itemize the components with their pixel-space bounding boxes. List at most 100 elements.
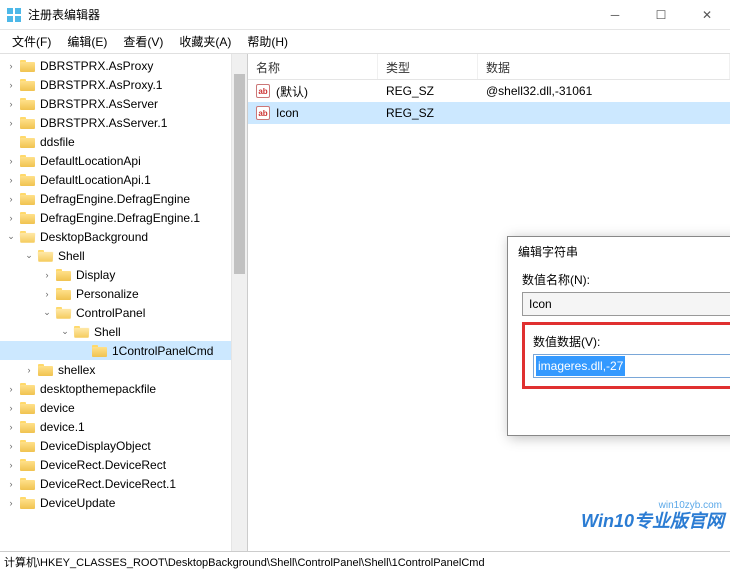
window-title: 注册表编辑器 <box>28 6 592 23</box>
chevron-right-icon[interactable]: › <box>4 382 18 396</box>
tree-node[interactable]: ⌄DesktopBackground <box>0 227 247 246</box>
tree-node[interactable]: › Personalize <box>0 284 247 303</box>
registry-tree[interactable]: ›DBRSTPRX.AsProxy›DBRSTPRX.AsProxy.1›DBR… <box>0 54 247 514</box>
tree-node[interactable]: › DBRSTPRX.AsProxy.1 <box>0 75 247 94</box>
menu-edit[interactable]: 编辑(E) <box>59 31 115 52</box>
folder-icon <box>20 230 36 244</box>
tree-label: DefragEngine.DefragEngine.1 <box>40 211 200 225</box>
value-name: Icon <box>276 106 299 120</box>
folder-icon <box>20 192 36 206</box>
chevron-right-icon[interactable]: › <box>4 173 18 187</box>
chevron-right-icon[interactable]: › <box>4 458 18 472</box>
close-button[interactable]: ✕ <box>684 0 730 30</box>
tree-node[interactable]: ›desktopthemepackfile <box>0 379 247 398</box>
minimize-button[interactable]: ─ <box>592 0 638 30</box>
tree-node[interactable]: › DefaultLocationApi <box>0 151 247 170</box>
tree-node[interactable]: ›DeviceDisplayObject <box>0 436 247 455</box>
watermark-url: win10zyb.com <box>659 500 722 511</box>
chevron-right-icon[interactable]: › <box>4 496 18 510</box>
dialog-title-text: 编辑字符串 <box>518 243 730 260</box>
chevron-right-icon[interactable]: › <box>4 78 18 92</box>
tree-node[interactable]: › device.1 <box>0 417 247 436</box>
chevron-down-icon[interactable]: ⌄ <box>22 249 36 263</box>
chevron-right-icon[interactable]: › <box>4 116 18 130</box>
folder-icon <box>20 439 36 453</box>
chevron-down-icon[interactable]: ⌄ <box>58 325 72 339</box>
chevron-right-icon[interactable]: › <box>22 363 36 377</box>
tree-node[interactable]: ›DeviceRect.DeviceRect.1 <box>0 474 247 493</box>
value-name-input[interactable] <box>522 292 730 316</box>
folder-icon <box>56 268 72 282</box>
folder-icon <box>20 401 36 415</box>
tree-node[interactable]: › DefragEngine.DefragEngine.1 <box>0 208 247 227</box>
chevron-down-icon[interactable]: ⌄ <box>4 230 18 244</box>
menu-file[interactable]: 文件(F) <box>4 31 59 52</box>
tree-label: DefragEngine.DefragEngine <box>40 192 190 206</box>
tree-label: Personalize <box>76 287 139 301</box>
tree-node[interactable]: ⌄Shell <box>0 246 247 265</box>
menubar: 文件(F) 编辑(E) 查看(V) 收藏夹(A) 帮助(H) <box>0 30 730 54</box>
dialog-titlebar[interactable]: 编辑字符串 ✕ <box>508 237 730 265</box>
tree-label: DefaultLocationApi <box>40 154 141 168</box>
selected-text: imageres.dll,-27 <box>536 356 625 376</box>
titlebar: 注册表编辑器 ─ ☐ ✕ <box>0 0 730 30</box>
folder-icon <box>20 173 36 187</box>
content-area: ›DBRSTPRX.AsProxy›DBRSTPRX.AsProxy.1›DBR… <box>0 54 730 551</box>
value-name-label: 数值名称(N): <box>522 271 730 288</box>
folder-icon <box>20 78 36 92</box>
col-type[interactable]: 类型 <box>378 54 478 79</box>
tree-node[interactable]: › DefragEngine.DefragEngine <box>0 189 247 208</box>
value-list[interactable]: ab(默认)REG_SZ@shell32.dll,-31061abIconREG… <box>248 80 730 124</box>
tree-node[interactable]: ⌄Shell <box>0 322 247 341</box>
tree-scrollbar[interactable] <box>231 54 247 551</box>
folder-icon <box>20 477 36 491</box>
tree-node[interactable]: ›DBRSTPRX.AsServer <box>0 94 247 113</box>
tree-node[interactable]: ›Display <box>0 265 247 284</box>
tree-label: DBRSTPRX.AsProxy.1 <box>40 78 162 92</box>
tree-node[interactable]: ›DBRSTPRX.AsProxy <box>0 56 247 75</box>
chevron-right-icon[interactable]: › <box>4 211 18 225</box>
chevron-right-icon[interactable]: › <box>4 59 18 73</box>
chevron-right-icon[interactable]: › <box>4 97 18 111</box>
tree-node[interactable]: ›DeviceUpdate <box>0 493 247 512</box>
tree-node[interactable]: ›device <box>0 398 247 417</box>
folder-icon <box>20 458 36 472</box>
chevron-right-icon[interactable]: › <box>4 420 18 434</box>
chevron-right-icon[interactable]: › <box>4 192 18 206</box>
menu-favorites[interactable]: 收藏夹(A) <box>171 31 239 52</box>
col-data[interactable]: 数据 <box>478 54 730 79</box>
edit-string-dialog: 编辑字符串 ✕ 数值名称(N): 数值数据(V): imageres.dll,-… <box>507 236 730 436</box>
chevron-right-icon[interactable]: › <box>4 401 18 415</box>
chevron-down-icon[interactable]: ⌄ <box>40 306 54 320</box>
window-controls: ─ ☐ ✕ <box>592 0 730 30</box>
tree-node[interactable]: 1ControlPanelCmd <box>0 341 247 360</box>
chevron-right-icon[interactable]: › <box>40 287 54 301</box>
tree-node[interactable]: ›shellex <box>0 360 247 379</box>
col-name[interactable]: 名称 <box>248 54 378 79</box>
chevron-right-icon[interactable]: › <box>4 439 18 453</box>
chevron-right-icon[interactable]: › <box>4 154 18 168</box>
tree-node[interactable]: ddsfile <box>0 132 247 151</box>
folder-icon <box>20 154 36 168</box>
tree-node[interactable]: ›DefaultLocationApi.1 <box>0 170 247 189</box>
chevron-right-icon[interactable]: › <box>40 268 54 282</box>
folder-icon <box>92 344 108 358</box>
tree-node[interactable]: › DBRSTPRX.AsServer.1 <box>0 113 247 132</box>
scrollbar-thumb[interactable] <box>234 74 245 274</box>
list-row[interactable]: abIconREG_SZ <box>248 102 730 124</box>
tree-label: device.1 <box>40 420 85 434</box>
maximize-button[interactable]: ☐ <box>638 0 684 30</box>
menu-view[interactable]: 查看(V) <box>115 31 171 52</box>
tree-node[interactable]: ⌄ControlPanel <box>0 303 247 322</box>
folder-icon <box>20 382 36 396</box>
chevron-right-icon[interactable]: › <box>4 477 18 491</box>
tree-node[interactable]: ›DeviceRect.DeviceRect <box>0 455 247 474</box>
folder-icon <box>20 135 36 149</box>
string-value-icon: ab <box>256 106 270 120</box>
value-panel: 名称 类型 数据 ab(默认)REG_SZ@shell32.dll,-31061… <box>248 54 730 551</box>
value-data-label: 数值数据(V): <box>533 333 730 350</box>
list-row[interactable]: ab(默认)REG_SZ@shell32.dll,-31061 <box>248 80 730 102</box>
menu-help[interactable]: 帮助(H) <box>239 31 296 52</box>
tree-label: DBRSTPRX.AsServer.1 <box>40 116 167 130</box>
cell-name: ab(默认) <box>248 83 378 100</box>
